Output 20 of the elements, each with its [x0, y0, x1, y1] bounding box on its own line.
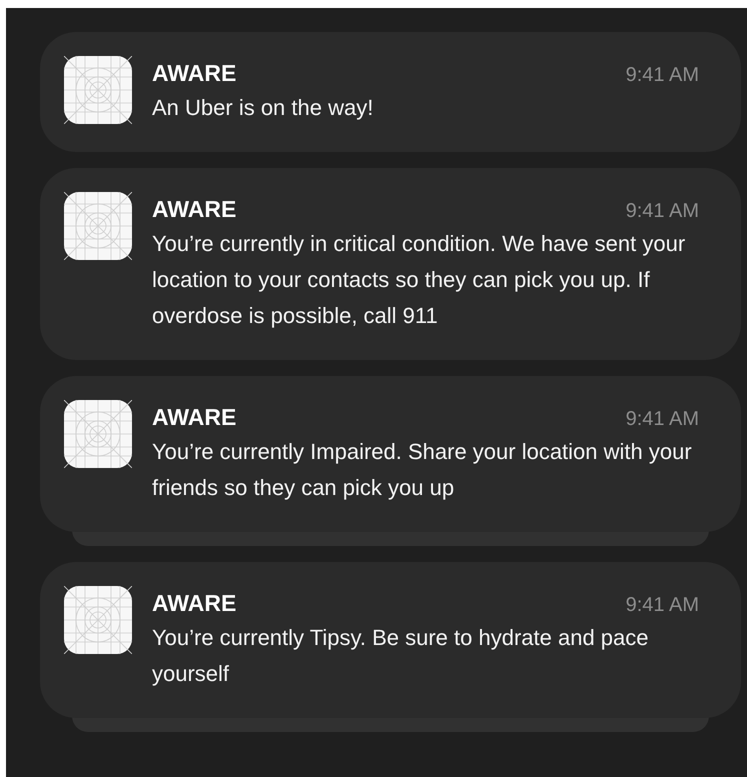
notification-time: 9:41 AM: [626, 63, 699, 88]
app-icon: [64, 192, 132, 260]
app-name: AWARE: [152, 403, 236, 432]
notification-time: 9:41 AM: [626, 199, 699, 224]
app-icon: [64, 56, 132, 124]
app-icon: [64, 400, 132, 468]
notification-card[interactable]: AWARE 9:41 AM You’re currently Tipsy. Be sure to hydrate and pace yourself: [40, 562, 741, 718]
notification-message: An Uber is on the way!: [152, 94, 374, 122]
app-name: AWARE: [152, 589, 236, 618]
app-name: AWARE: [152, 195, 236, 224]
notification-time: 9:41 AM: [626, 593, 699, 618]
notification-card[interactable]: AWARE 9:41 AM An Uber is on the way!: [40, 32, 741, 152]
notification-time: 9:41 AM: [626, 407, 699, 432]
notification-card[interactable]: AWARE 9:41 AM You’re currently in critical condition. We have sent your location to your contacts so they can pick you up. If overdose is possible, call 911: [40, 168, 741, 360]
notification-card[interactable]: AWARE 9:41 AM You’re currently Impaired. Share your location with your friends so they can pick you up: [40, 376, 741, 532]
notification-message: You’re currently in critical condition. We have sent your location to your contacts so they can pick you up. If overdose is possible, call 911: [152, 230, 686, 330]
app-name: AWARE: [152, 59, 236, 88]
notification-message: You’re currently Tipsy. Be sure to hydrate and pace yourself: [152, 624, 650, 688]
app-icon: [64, 586, 132, 654]
notification-message: You’re currently Impaired. Share your location with your friends so they can pick you up: [152, 438, 693, 502]
